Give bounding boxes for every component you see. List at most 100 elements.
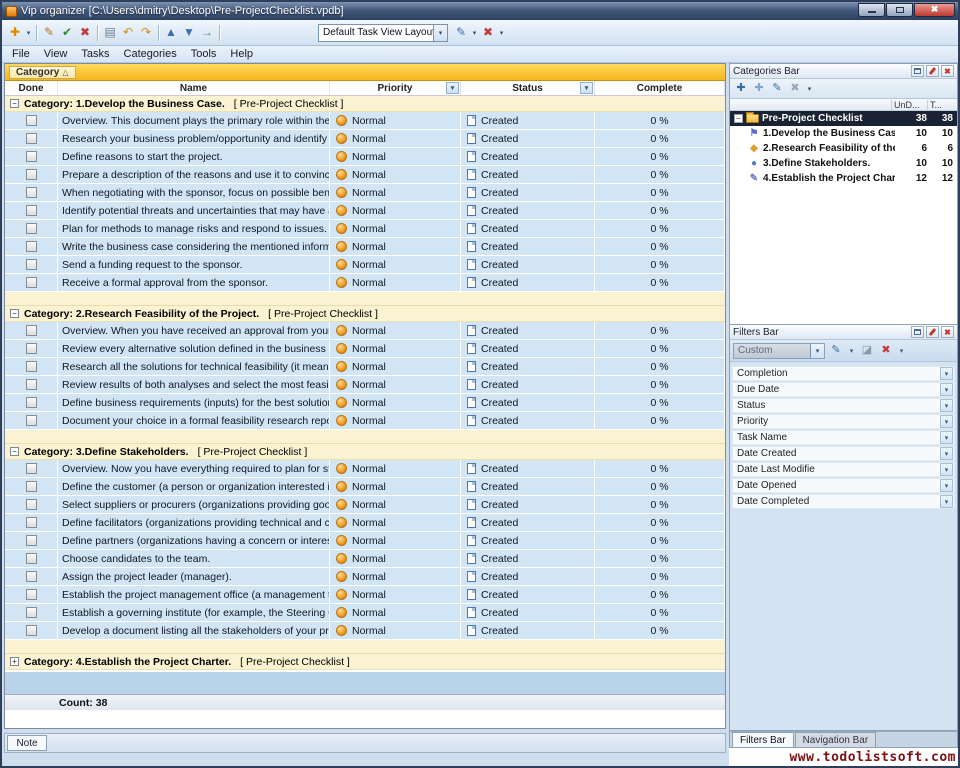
task-checkbox[interactable] [26,259,37,270]
delete-category-icon[interactable]: ✖ [787,81,803,96]
task-row[interactable]: Research your business problem/opportuni… [5,130,725,148]
task-checkbox[interactable] [26,205,37,216]
tree-item[interactable]: ◆2.Research Feasibility of the P66 [730,141,957,156]
dropdown-arrow-icon[interactable]: ▾ [847,347,856,355]
task-checkbox[interactable] [26,133,37,144]
tree-item[interactable]: ●3.Define Stakeholders.1010 [730,156,957,171]
task-row[interactable]: Send a funding request to the sponsor.No… [5,256,725,274]
task-row[interactable]: Define facilitators (organizations provi… [5,514,725,532]
filter-field-task-name[interactable]: Task Name▾ [732,430,955,445]
filter-field-priority[interactable]: Priority▾ [732,414,955,429]
tree-item[interactable]: ⚑1.Develop the Business Case.1010 [730,126,957,141]
task-checkbox[interactable] [26,517,37,528]
task-row[interactable]: Overview. Now you have everything requir… [5,460,725,478]
task-checkbox[interactable] [26,535,37,546]
task-checkbox[interactable] [26,187,37,198]
task-checkbox[interactable] [26,463,37,474]
filter-field-date-completed[interactable]: Date Completed▾ [732,494,955,509]
task-checkbox[interactable] [26,169,37,180]
priority-filter-button[interactable]: ▾ [446,82,459,94]
task-row[interactable]: Overview. This document plays the primar… [5,112,725,130]
task-checkbox[interactable] [26,607,37,618]
task-checkbox[interactable] [26,481,37,492]
task-checkbox[interactable] [26,379,37,390]
task-checkbox[interactable] [26,151,37,162]
status-filter-button[interactable]: ▾ [580,82,593,94]
tree-expander-icon[interactable]: − [734,114,743,123]
menu-view[interactable]: View [37,47,75,61]
task-row[interactable]: Define partners (organizations having a … [5,532,725,550]
column-header-done[interactable]: Done [5,81,58,95]
column-header-priority[interactable]: Priority▾ [330,81,461,95]
filter-preset-combo[interactable]: Custom ▾ [733,343,825,359]
group-expander-icon[interactable]: − [10,447,19,456]
delete-task-icon[interactable]: ✖ [76,24,94,41]
task-row[interactable]: Research all the solutions for technical… [5,358,725,376]
task-checkbox[interactable] [26,625,37,636]
chevron-down-icon[interactable]: ▾ [24,29,33,37]
task-row[interactable]: When negotiating with the sponsor, focus… [5,184,725,202]
undo-icon[interactable]: ↶ [119,24,137,41]
group-expander-icon[interactable]: − [10,99,19,108]
tab-filters-bar[interactable]: Filters Bar [732,732,794,747]
edit-task-icon[interactable]: ✎ [40,24,58,41]
task-row[interactable]: Identify potential threats and uncertain… [5,202,725,220]
redo-icon[interactable]: ↷ [137,24,155,41]
new-task-icon[interactable]: ✚ [6,24,24,41]
chevron-down-icon[interactable]: ▾ [810,344,824,358]
task-checkbox[interactable] [26,223,37,234]
task-checkbox[interactable] [26,553,37,564]
undone-column-header[interactable]: UnD... [891,100,927,110]
filter-field-completion[interactable]: Completion▾ [732,366,955,381]
task-row[interactable]: Write the business case considering the … [5,238,725,256]
tree-item[interactable]: −Pre-Project Checklist3838 [730,111,957,126]
group-row[interactable]: −Category: 1.Develop the Business Case.[… [5,96,725,112]
complete-task-icon[interactable]: ✔ [58,24,76,41]
task-checkbox[interactable] [26,589,37,600]
go-icon[interactable]: → [198,24,216,41]
filter-field-date-created[interactable]: Date Created▾ [732,446,955,461]
column-header-status[interactable]: Status▾ [461,81,595,95]
menu-categories[interactable]: Categories [117,47,184,61]
task-row[interactable]: Review results of both analyses and sele… [5,376,725,394]
filter-dropdown-button[interactable]: ▾ [940,431,953,444]
pin-panel-button[interactable] [926,326,939,338]
task-row[interactable]: Define business requirements (inputs) fo… [5,394,725,412]
print-icon[interactable]: ▤ [101,24,119,41]
filter-dropdown-button[interactable]: ▾ [940,495,953,508]
maximize-button[interactable] [886,3,913,17]
delete-layout-icon[interactable]: ✖ [479,24,497,41]
group-row[interactable]: −Category: 3.Define Stakeholders.[ Pre-P… [5,444,725,460]
dropdown-arrow-icon[interactable]: ▾ [897,347,906,355]
total-column-header[interactable]: T... [927,100,957,110]
task-checkbox[interactable] [26,343,37,354]
task-row[interactable]: Plan for methods to manage risks and res… [5,220,725,238]
menu-help[interactable]: Help [223,47,260,61]
chevron-down-icon[interactable]: ▾ [497,29,506,37]
filter-field-status[interactable]: Status▾ [732,398,955,413]
restore-panel-button[interactable] [911,326,924,338]
task-checkbox[interactable] [26,361,37,372]
group-expander-icon[interactable]: − [10,309,19,318]
move-up-icon[interactable]: ▲ [162,24,180,41]
delete-filter-icon[interactable]: ✖ [878,343,894,358]
filter-dropdown-button[interactable]: ▾ [940,463,953,476]
minimize-button[interactable] [858,3,885,17]
column-header-name[interactable]: Name [58,81,330,95]
restore-panel-button[interactable] [911,65,924,77]
close-panel-button[interactable]: ✖ [941,326,954,338]
move-down-icon[interactable]: ▼ [180,24,198,41]
tab-note[interactable]: Note [7,735,47,751]
task-row[interactable]: Overview. When you have received an appr… [5,322,725,340]
task-checkbox[interactable] [26,415,37,426]
menu-file[interactable]: File [5,47,37,61]
task-row[interactable]: Select suppliers or procurers (organizat… [5,496,725,514]
task-row[interactable]: Choose candidates to the team.NormalCrea… [5,550,725,568]
close-button[interactable]: ✖ [914,3,955,17]
task-row[interactable]: Define reasons to start the project.Norm… [5,148,725,166]
task-row[interactable]: Establish a governing institute (for exa… [5,604,725,622]
group-row[interactable]: +Category: 4.Establish the Project Chart… [5,654,725,670]
filter-dropdown-button[interactable]: ▾ [940,383,953,396]
group-expander-icon[interactable]: + [10,657,19,666]
task-row[interactable]: Establish the project management office … [5,586,725,604]
